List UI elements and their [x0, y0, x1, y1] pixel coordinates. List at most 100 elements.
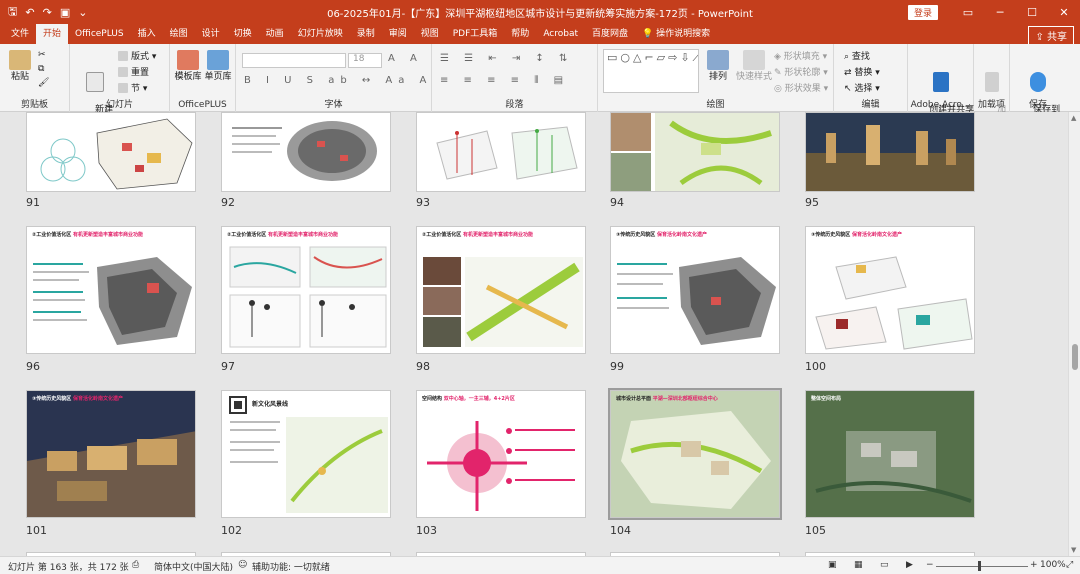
slide-title: ②工业价值活化区 有机更新塑造丰富城市商业功能	[227, 232, 338, 238]
group-adobe: 创建并共享 Adobe PDF Adobe Acro...	[908, 44, 974, 126]
lightbulb-icon: 💡	[642, 29, 657, 39]
slide-thumbnail[interactable]: ②工业价值活化区 有机更新塑造丰富城市商业功能	[26, 226, 196, 354]
font-format-icons[interactable]: B I U S ab ↔ Aa A	[244, 75, 432, 86]
section-icon	[118, 83, 128, 93]
tab-review[interactable]: 审阅	[382, 24, 414, 44]
group-addins: 加 载项 加载项	[974, 44, 1010, 126]
slide-thumbnail[interactable]: ③传统历史风貌区 保育活化岭南文化遗产	[610, 226, 780, 354]
list-indent-icons[interactable]: ☰ ☰ ⇤ ⇥ ↕ ⇅	[440, 53, 573, 64]
close-button[interactable]: ✕	[1048, 6, 1080, 19]
paragraph-label: 段落	[505, 100, 524, 110]
tab-pdf-toolbox[interactable]: PDF工具箱	[446, 24, 505, 44]
tab-insert[interactable]: 插入	[131, 24, 163, 44]
tab-design[interactable]: 设计	[195, 24, 227, 44]
slide-title: 新文化风景线	[252, 401, 289, 408]
share-button[interactable]: ⇪ 共享	[1028, 26, 1074, 45]
tab-animations[interactable]: 动画	[259, 24, 291, 44]
save-icon[interactable]: 🖫	[8, 3, 17, 22]
slide-thumbnail[interactable]: 新文化风景线	[221, 390, 391, 518]
slide-thumbnail[interactable]: ③传统历史风貌区 保育活化岭南文化遗产	[26, 390, 196, 518]
spelling-check-icon[interactable]: ⎙	[132, 560, 139, 570]
scrollbar-thumb[interactable]	[1072, 344, 1078, 370]
layout-button[interactable]: 版式 ▾	[118, 49, 156, 62]
scroll-up-icon[interactable]: ▲	[1071, 114, 1076, 122]
tab-file[interactable]: 文件	[4, 24, 36, 44]
vertical-scrollbar[interactable]: ▲ ▼	[1068, 112, 1080, 556]
font-size-combo[interactable]: 18	[348, 53, 382, 68]
search-icon: ⌕	[844, 52, 852, 62]
start-from-beginning-icon[interactable]: ▣	[60, 6, 70, 19]
zoom-out-icon[interactable]: −	[926, 560, 934, 570]
section-button[interactable]: 节 ▾	[118, 81, 147, 94]
tab-slideshow[interactable]: 幻灯片放映	[291, 24, 350, 44]
slideshow-view-icon[interactable]: ▶	[906, 560, 913, 570]
tab-help[interactable]: 帮助	[504, 24, 536, 44]
customize-toolbar-icon[interactable]: ⌄	[78, 6, 87, 19]
tab-officeplus[interactable]: OfficePLUS	[68, 24, 131, 44]
find-button[interactable]: ⌕ 查找	[844, 49, 870, 62]
slide-thumbnail[interactable]: 空间结构 双中心轴，一主三辅，4+2片区	[416, 390, 586, 518]
arrange-button[interactable]: 排列	[704, 50, 732, 83]
tab-view[interactable]: 视图	[414, 24, 446, 44]
shapes-gallery[interactable]: ▭○△⌐▱⇨⇩⟋⬠⌒☆{}	[603, 49, 699, 93]
slide-thumbnail[interactable]	[221, 112, 391, 192]
shape-fill-button[interactable]: ◈ 形状填充 ▾	[774, 49, 827, 62]
font-name-combo[interactable]	[242, 53, 346, 68]
slide-thumbnail[interactable]	[805, 112, 975, 192]
slide-thumbnail[interactable]	[610, 112, 780, 192]
slide-thumbnail[interactable]: 整体空间布局	[805, 390, 975, 518]
slide-sorter[interactable]: 91 92 93 94 95 ②工业价值活化区 有机更新塑造丰富城市商业功能 9…	[0, 112, 1068, 556]
single-page-library-button[interactable]: 单页库	[204, 50, 232, 83]
replace-icon: ⇄	[844, 68, 855, 78]
tab-draw[interactable]: 绘图	[163, 24, 195, 44]
slide-thumbnail[interactable]: ②工业价值活化区 有机更新塑造丰富城市商业功能	[221, 226, 391, 354]
reset-button[interactable]: 重置	[118, 65, 149, 78]
fit-to-window-icon[interactable]: ⤢	[1066, 560, 1073, 570]
zoom-slider[interactable]	[936, 566, 1028, 567]
slide-thumbnail-selected[interactable]: 城市设计总平面 平湖—深圳北部枢纽综合中心	[608, 388, 782, 520]
single-page-library-label: 单页库	[204, 72, 232, 82]
language-indicator[interactable]: 简体中文(中国大陆)	[154, 560, 233, 573]
copy-icon[interactable]: ⧉	[38, 64, 44, 74]
tab-baidu[interactable]: 百度网盘	[585, 24, 635, 44]
reading-view-icon[interactable]: ▭	[880, 560, 889, 570]
slide-thumbnail[interactable]	[416, 112, 586, 192]
cut-icon[interactable]: ✂	[38, 50, 46, 60]
zoom-in-icon[interactable]: +	[1030, 560, 1038, 570]
scroll-down-icon[interactable]: ▼	[1071, 546, 1076, 554]
ribbon-display-options-icon[interactable]: ▭	[952, 6, 984, 19]
tab-home[interactable]: 开始	[36, 24, 69, 44]
slide-thumbnail[interactable]: ③传统历史风貌区 保育活化岭南文化遗产	[805, 226, 975, 354]
template-library-button[interactable]: 模板库	[174, 50, 202, 83]
reset-label: 重置	[131, 68, 150, 78]
shape-effects-button[interactable]: ◎ 形状效果 ▾	[774, 81, 828, 94]
tab-record[interactable]: 录制	[350, 24, 382, 44]
minimize-button[interactable]: ─	[984, 6, 1016, 19]
select-button[interactable]: ↖ 选择 ▾	[844, 81, 880, 94]
font-size-step-icons[interactable]: A A	[388, 53, 423, 64]
tell-me-search[interactable]: 💡 操作说明搜索	[635, 24, 717, 44]
accessibility-status[interactable]: 辅助功能: 一切就绪	[252, 560, 330, 573]
slide-94-image	[611, 113, 779, 191]
replace-button[interactable]: ⇄ 替换 ▾	[844, 65, 880, 78]
slide-sorter-view-icon[interactable]: ▦	[854, 560, 863, 570]
tab-acrobat[interactable]: Acrobat	[536, 24, 585, 44]
undo-icon[interactable]: ↶	[25, 6, 34, 19]
alignment-icons[interactable]: ≡ ≡ ≡ ≡ ⫴ ▤	[440, 75, 569, 86]
maximize-button[interactable]: ☐	[1016, 6, 1048, 19]
shape-outline-button[interactable]: ✎ 形状轮廓 ▾	[774, 65, 828, 78]
login-button[interactable]: 登录	[907, 4, 938, 20]
zoom-level[interactable]: 100%	[1040, 560, 1066, 570]
format-painter-icon[interactable]: 🖌	[38, 78, 49, 88]
normal-view-icon[interactable]: ▣	[828, 560, 837, 570]
slide-thumbnail[interactable]: ②工业价值活化区 有机更新塑造丰富城市商业功能	[416, 226, 586, 354]
paste-button[interactable]: 粘贴	[8, 50, 32, 83]
slide-thumbnail[interactable]	[26, 112, 196, 192]
group-drawing: ▭○△⌐▱⇨⇩⟋⬠⌒☆{} 排列 快速样式 ◈ 形状填充 ▾ ✎ 形状轮廓 ▾ …	[598, 44, 834, 112]
tab-transitions[interactable]: 切换	[227, 24, 259, 44]
zoom-slider-handle[interactable]	[978, 561, 981, 571]
redo-icon[interactable]: ↷	[43, 6, 52, 19]
group-paragraph: ☰ ☰ ⇤ ⇥ ↕ ⇅ ≡ ≡ ≡ ≡ ⫴ ▤ 段落	[432, 44, 598, 112]
quick-styles-button[interactable]: 快速样式	[736, 50, 772, 83]
slide-95-image	[806, 113, 974, 191]
